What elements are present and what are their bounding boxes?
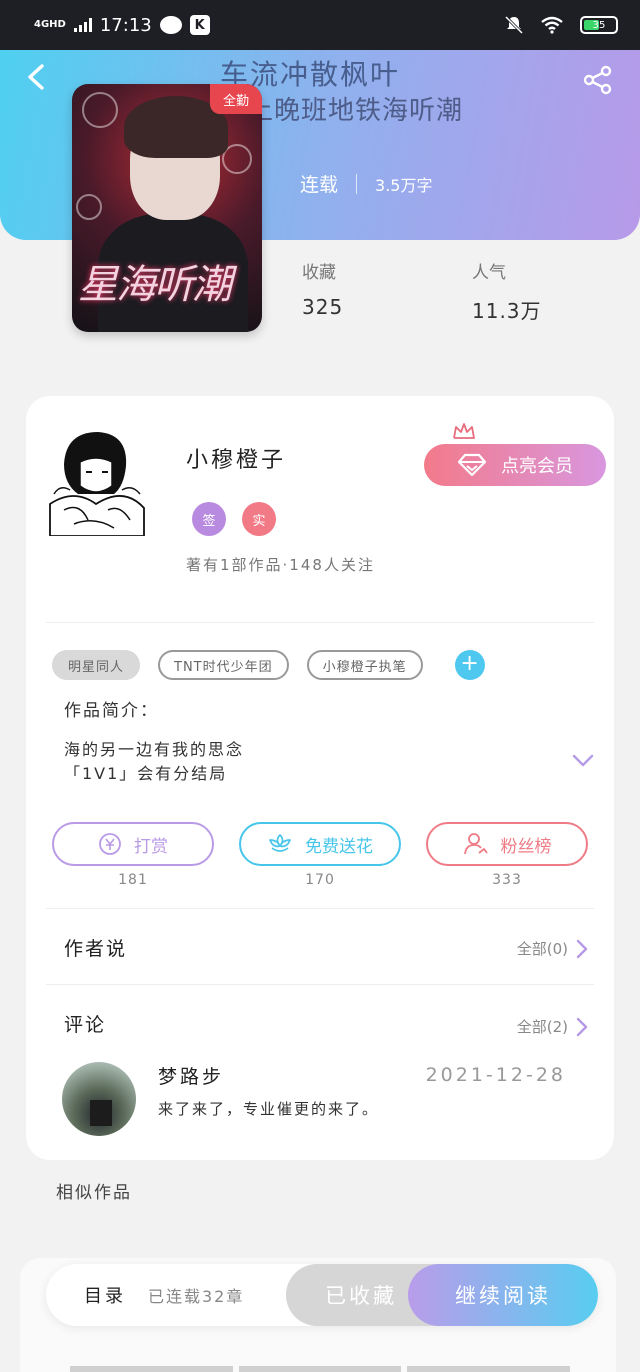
back-arrow-icon	[28, 64, 44, 90]
meta-divider	[356, 173, 358, 194]
cover-bubble	[76, 194, 102, 220]
bottom-action-bar: 目录 已连载32章 已收藏 继续阅读	[46, 1264, 598, 1326]
serial-status: 连载	[300, 174, 339, 196]
vip-button[interactable]: 点亮会员	[424, 444, 606, 486]
cover-bubble	[82, 92, 118, 128]
reward-button[interactable]: 打赏	[52, 822, 214, 866]
stat-label: 人气	[472, 263, 506, 283]
cover-title-art: 星海听潮	[78, 262, 232, 308]
avatar-photo-detail	[90, 1100, 112, 1126]
back-button[interactable]	[22, 62, 56, 96]
expand-chevron-icon[interactable]	[572, 754, 594, 768]
stat-value: 325	[302, 295, 344, 319]
similar-works-title: 相似作品	[56, 1183, 132, 1203]
commenter-name[interactable]: 梦路步	[158, 1062, 224, 1089]
send-flower-label: 免费送花	[305, 836, 373, 857]
fan-ranking-label: 粉丝榜	[500, 836, 552, 857]
chevron-right-icon	[576, 1017, 588, 1036]
k-app-icon: K	[189, 15, 210, 35]
battery-icon: 35	[580, 16, 618, 34]
chevron-right-icon	[576, 939, 588, 958]
fan-count: 333	[492, 872, 522, 888]
stat-favorites: 收藏 325	[302, 258, 343, 319]
word-count: 3.5万字	[375, 175, 433, 195]
book-cover[interactable]: 全勤 星海听潮	[72, 84, 262, 332]
wechat-icon	[159, 16, 182, 34]
book-title-line1: 车流冲散枫叶	[220, 58, 401, 91]
battery-level: 35	[592, 19, 606, 31]
chapter-count: 已连载32章	[148, 1287, 245, 1306]
send-flower-button[interactable]: 免费送花	[239, 822, 401, 866]
book-detail-card: 小穆橙子 签 实 著有1部作品·148人关注 点亮会员 明星同人 TNT时代少年…	[26, 396, 614, 1160]
table-of-contents-button[interactable]: 目录 已连载32章	[84, 1264, 244, 1326]
commenter-avatar[interactable]	[62, 1062, 136, 1136]
bottom-strip	[70, 1366, 571, 1372]
comments-title: 评论	[64, 1014, 107, 1036]
verified-badge: 实	[242, 502, 276, 536]
tag-list: 明星同人 TNT时代少年团 小穆橙子执笔 +	[52, 650, 485, 680]
author-says-more-label: 全部(0)	[516, 940, 568, 958]
toc-label: 目录	[84, 1286, 126, 1307]
network-type: 4GHD	[34, 19, 66, 30]
author-says-more[interactable]: 全部(0)	[517, 938, 588, 959]
intro-label: 作品简介：	[64, 701, 159, 721]
flower-count: 170	[305, 872, 335, 888]
coin-icon	[99, 833, 121, 855]
signed-badge: 签	[192, 502, 226, 536]
author-avatar-drawing	[49, 432, 145, 537]
share-icon	[583, 65, 612, 95]
reward-label: 打赏	[134, 836, 168, 857]
tag-item[interactable]: 小穆橙子执笔	[306, 650, 423, 680]
comments-more-label: 全部(2)	[516, 1018, 568, 1036]
divider	[46, 622, 594, 623]
crown-icon	[453, 423, 475, 439]
divider	[46, 984, 594, 985]
comment-date: 2021-12-28	[425, 1064, 566, 1086]
comment-text[interactable]: 来了来了，专业催更的来了。	[158, 1098, 379, 1119]
share-button[interactable]	[582, 64, 616, 98]
status-bar: 4GHD 17:13 K 35	[0, 0, 640, 50]
intro-text-line: 海的另一边有我的思念	[64, 740, 245, 759]
mute-bell-icon	[504, 15, 524, 35]
stat-popularity: 人气 11.3万	[472, 258, 542, 324]
stat-value: 11.3万	[472, 299, 542, 323]
comments-more[interactable]: 全部(2)	[517, 1016, 588, 1037]
full-attendance-ribbon: 全勤	[210, 84, 262, 114]
tag-item[interactable]: TNT时代少年团	[158, 650, 289, 680]
tag-item[interactable]: 明星同人	[52, 650, 141, 680]
fan-ranking-button[interactable]: 粉丝榜	[426, 822, 588, 866]
flower-icon	[269, 834, 291, 852]
author-info: 著有1部作品·148人关注	[186, 556, 375, 574]
signal-icon	[73, 18, 92, 32]
vip-button-label: 点亮会员	[501, 456, 573, 477]
fan-user-icon	[463, 833, 488, 855]
book-meta: 连载 3.5万字	[300, 170, 432, 197]
divider	[46, 908, 594, 909]
stat-label: 收藏	[302, 263, 336, 283]
status-time: 17:13	[99, 14, 152, 36]
add-tag-button[interactable]: +	[454, 650, 485, 680]
diamond-icon	[457, 453, 487, 477]
intro-text-line: 「1V1」会有分结局	[64, 764, 228, 783]
author-name[interactable]: 小穆橙子	[186, 442, 286, 474]
author-avatar[interactable]	[44, 424, 148, 537]
continue-reading-button[interactable]: 继续阅读	[408, 1264, 598, 1326]
author-says-title: 作者说	[64, 938, 128, 960]
reward-count: 181	[118, 872, 148, 888]
wifi-icon	[541, 16, 563, 34]
